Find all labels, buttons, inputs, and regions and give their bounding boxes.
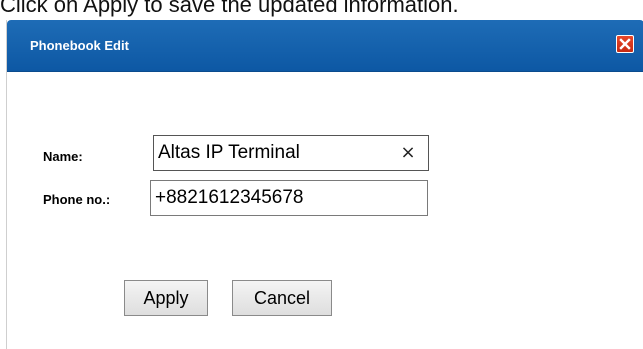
instruction-text: Click on Apply to save the updated infor…	[0, 0, 459, 17]
dialog-title: Phonebook Edit	[30, 38, 129, 53]
close-icon	[619, 38, 631, 50]
cancel-button[interactable]: Cancel	[232, 280, 332, 316]
phone-label: Phone no.:	[43, 192, 111, 207]
phone-input[interactable]	[150, 180, 428, 216]
name-label: Name:	[43, 149, 83, 164]
close-button[interactable]	[616, 35, 634, 53]
apply-button[interactable]: Apply	[124, 280, 208, 316]
phonebook-edit-dialog: Phonebook Edit Name: × Phone no.: Apply …	[6, 20, 643, 349]
clear-name-icon[interactable]: ×	[399, 144, 417, 162]
name-input[interactable]	[153, 135, 429, 171]
dialog-titlebar: Phonebook Edit	[7, 20, 643, 72]
